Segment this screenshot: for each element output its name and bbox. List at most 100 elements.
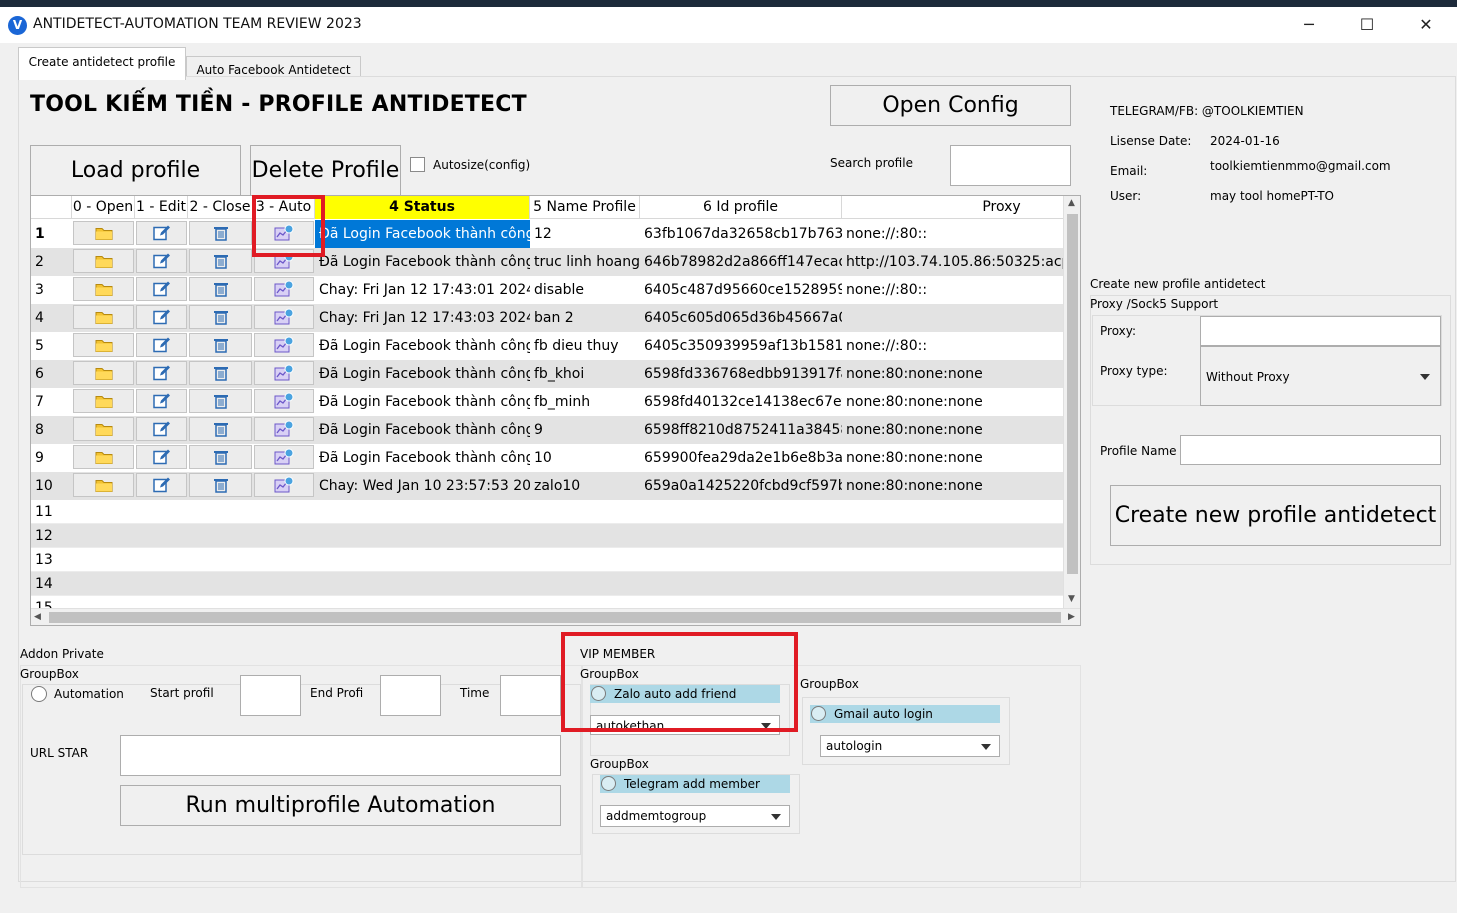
telegram-select[interactable]: addmemtogroup <box>600 805 790 827</box>
load-profile-button[interactable]: Load profile <box>30 145 241 196</box>
profile-id-cell[interactable]: 6598fd336768edbb913917fa <box>640 360 842 388</box>
edit-profile-button[interactable] <box>136 389 187 413</box>
zalo-select[interactable]: autokethan <box>590 715 780 735</box>
close-window-button[interactable]: ✕ <box>1397 7 1455 43</box>
proxy-cell[interactable]: none://:80:: <box>842 332 1063 360</box>
open-profile-button[interactable] <box>73 221 134 245</box>
table-row[interactable]: 6 Đã Login Facebook thành công fb_khoi 6598… <box>31 360 1063 388</box>
col-open-header[interactable]: 0 - Open <box>72 196 135 219</box>
delete-profile-button[interactable]: Delete Profile <box>250 145 401 196</box>
auto-profile-button[interactable] <box>254 305 314 329</box>
profile-id-cell[interactable]: 6598ff8210d8752411a38458 <box>640 416 842 444</box>
auto-profile-button[interactable] <box>254 277 314 301</box>
profile-name-cell[interactable]: 9 <box>530 416 640 444</box>
close-profile-button[interactable] <box>189 417 252 441</box>
profile-name-cell[interactable]: fb_khoi <box>530 360 640 388</box>
auto-profile-button[interactable] <box>254 333 314 357</box>
scroll-right-icon[interactable]: ▶ <box>1068 612 1075 622</box>
profile-name-cell[interactable]: ban 2 <box>530 304 640 332</box>
profile-id-cell[interactable]: 6405c350939959af13b15810 <box>640 332 842 360</box>
status-cell[interactable]: Đã Login Facebook thành công <box>315 220 530 248</box>
open-profile-button[interactable] <box>73 277 134 301</box>
autosize-checkbox[interactable] <box>410 157 425 172</box>
proxy-cell[interactable]: none:80:none:none <box>842 360 1063 388</box>
status-cell[interactable]: Chay: Fri Jan 12 17:43:03 2024 <box>315 304 530 332</box>
status-cell[interactable]: Chay: Fri Jan 12 17:43:01 2024 <box>315 276 530 304</box>
col-edit-header[interactable]: 1 - Edit <box>135 196 188 219</box>
proxy-cell[interactable]: none:80:none:none <box>842 388 1063 416</box>
profile-id-cell[interactable]: 6405c487d95660ce15289593 <box>640 276 842 304</box>
open-profile-button[interactable] <box>73 445 134 469</box>
col-name-header[interactable]: 5 Name Profile <box>530 196 640 219</box>
edit-profile-button[interactable] <box>136 249 187 273</box>
close-profile-button[interactable] <box>189 361 252 385</box>
end-profile-input[interactable] <box>380 675 441 716</box>
table-row[interactable]: 9 Đã Login Facebook thành công 10 659900fea… <box>31 444 1063 472</box>
col-status-header[interactable]: 4 Status <box>315 196 530 219</box>
edit-profile-button[interactable] <box>136 361 187 385</box>
auto-profile-button[interactable] <box>254 473 314 497</box>
table-row[interactable]: 10 Chay: Wed Jan 10 23:57:53 2024 zalo10 65… <box>31 472 1063 500</box>
open-profile-button[interactable] <box>73 473 134 497</box>
status-cell[interactable]: Đã Login Facebook thành công <box>315 416 530 444</box>
col-id-header[interactable]: 6 Id profile <box>640 196 842 219</box>
col-auto-header[interactable]: 3 - Auto <box>253 196 315 219</box>
edit-profile-button[interactable] <box>136 473 187 497</box>
auto-profile-button[interactable] <box>254 249 314 273</box>
edit-profile-button[interactable] <box>136 305 187 329</box>
profile-name-input[interactable] <box>1180 435 1441 465</box>
scroll-left-icon[interactable]: ◀ <box>34 612 41 622</box>
open-config-button[interactable]: Open Config <box>830 85 1071 126</box>
close-profile-button[interactable] <box>189 277 252 301</box>
auto-profile-button[interactable] <box>254 445 314 469</box>
profile-name-cell[interactable]: fb dieu thuy <box>530 332 640 360</box>
close-profile-button[interactable] <box>189 305 252 329</box>
zalo-radio[interactable] <box>591 686 606 701</box>
tab-create-profile[interactable]: Create antidetect profile <box>18 47 186 80</box>
auto-profile-button[interactable] <box>254 361 314 385</box>
profile-id-cell[interactable]: 659900fea29da2e1b6e8b3a8 <box>640 444 842 472</box>
table-row[interactable]: 5 Đã Login Facebook thành công fb dieu thu… <box>31 332 1063 360</box>
status-cell[interactable]: Đã Login Facebook thành công <box>315 248 530 276</box>
table-horizontal-scrollbar[interactable]: ◀ ▶ <box>31 608 1080 625</box>
table-row[interactable]: 2 Đã Login Facebook thành công truc linh h… <box>31 248 1063 276</box>
profile-name-cell[interactable]: truc linh hoang <box>530 248 640 276</box>
edit-profile-button[interactable] <box>136 417 187 441</box>
table-row[interactable]: 13 <box>31 548 1063 572</box>
status-cell[interactable]: Đã Login Facebook thành công <box>315 332 530 360</box>
profile-name-cell[interactable]: 12 <box>530 220 640 248</box>
edit-profile-button[interactable] <box>136 221 187 245</box>
open-profile-button[interactable] <box>73 361 134 385</box>
proxy-cell[interactable]: http://103.74.105.86:50325:acpx7c <box>842 248 1063 276</box>
scroll-thumb-vertical[interactable] <box>1067 214 1078 574</box>
minimize-button[interactable]: ─ <box>1280 7 1338 43</box>
proxy-cell[interactable]: none:80:none:none <box>842 416 1063 444</box>
search-profile-input[interactable] <box>950 145 1071 186</box>
open-profile-button[interactable] <box>73 417 134 441</box>
proxy-input[interactable] <box>1200 316 1441 346</box>
proxy-cell[interactable]: none://:80:: <box>842 276 1063 304</box>
profile-name-cell[interactable]: zalo10 <box>530 472 640 500</box>
edit-profile-button[interactable] <box>136 445 187 469</box>
scroll-thumb-horizontal[interactable] <box>49 612 1061 623</box>
table-row[interactable]: 3 Chay: Fri Jan 12 17:43:01 2024 disable 64… <box>31 276 1063 304</box>
proxy-cell[interactable]: none://:80:: <box>842 220 1063 248</box>
proxy-cell[interactable]: none:80:none:none <box>842 444 1063 472</box>
open-profile-button[interactable] <box>73 333 134 357</box>
create-profile-button[interactable]: Create new profile antidetect <box>1110 485 1441 546</box>
profile-id-cell[interactable]: 6598fd40132ce14138ec67ef <box>640 388 842 416</box>
time-input[interactable] <box>500 675 561 716</box>
profile-id-cell[interactable]: 646b78982d2a866ff147ecad <box>640 248 842 276</box>
edit-profile-button[interactable] <box>136 333 187 357</box>
scroll-down-icon[interactable]: ▼ <box>1068 594 1075 604</box>
start-profile-input[interactable] <box>240 675 301 716</box>
open-profile-button[interactable] <box>73 249 134 273</box>
close-profile-button[interactable] <box>189 333 252 357</box>
col-close-header[interactable]: 2 - Close <box>188 196 253 219</box>
run-automation-button[interactable]: Run multiprofile Automation <box>120 785 561 826</box>
auto-profile-button[interactable] <box>254 417 314 441</box>
col-proxy-header[interactable]: Proxy <box>842 196 1080 219</box>
maximize-button[interactable]: ☐ <box>1338 7 1396 43</box>
table-vertical-scrollbar[interactable]: ▲ ▼ <box>1063 196 1080 608</box>
table-row[interactable]: 12 <box>31 524 1063 548</box>
